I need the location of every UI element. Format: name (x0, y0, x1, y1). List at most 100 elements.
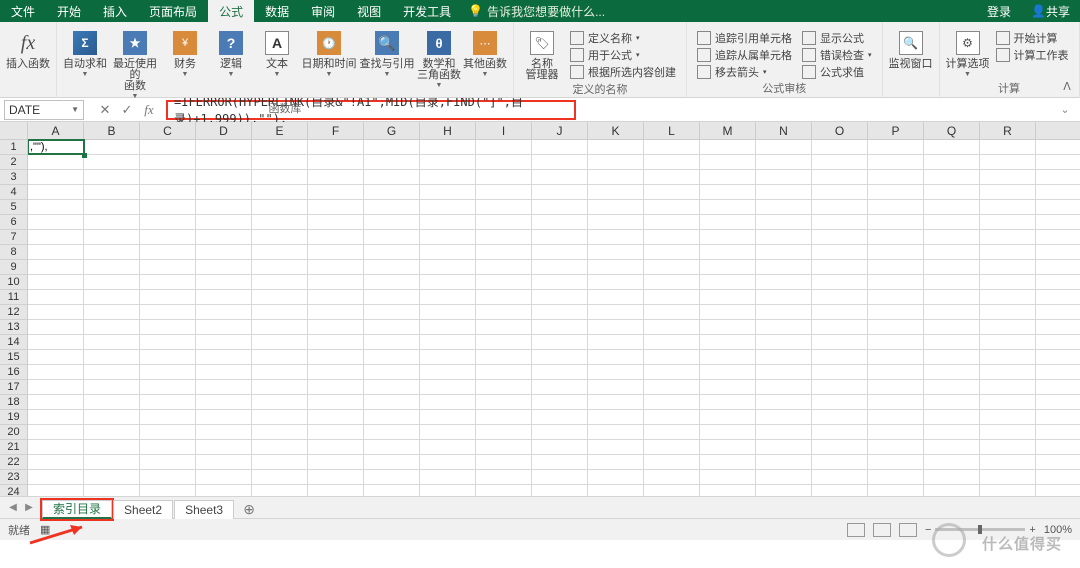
cell[interactable] (84, 485, 140, 496)
cell[interactable] (196, 410, 252, 424)
cell[interactable] (364, 365, 420, 379)
cell[interactable] (644, 245, 700, 259)
cell[interactable] (700, 260, 756, 274)
cell[interactable] (308, 485, 364, 496)
cell[interactable] (308, 305, 364, 319)
cell[interactable] (532, 245, 588, 259)
cell[interactable] (308, 200, 364, 214)
cell[interactable] (812, 275, 868, 289)
cell[interactable] (756, 320, 812, 334)
cell[interactable] (588, 320, 644, 334)
cell[interactable] (812, 410, 868, 424)
cell[interactable] (196, 380, 252, 394)
cell[interactable] (252, 245, 308, 259)
cell[interactable] (812, 470, 868, 484)
cell[interactable] (84, 260, 140, 274)
calc-options-button[interactable]: ⚙计算选项▼ (946, 27, 990, 78)
cell[interactable] (308, 140, 364, 154)
cell[interactable] (140, 260, 196, 274)
cell[interactable] (588, 230, 644, 244)
cell[interactable] (252, 485, 308, 496)
row-header[interactable]: 19 (0, 410, 27, 425)
cell[interactable] (252, 380, 308, 394)
cell[interactable] (980, 305, 1036, 319)
cell[interactable] (924, 320, 980, 334)
other-fn-button[interactable]: ⋯其他函数▼ (463, 27, 507, 78)
cell[interactable] (700, 290, 756, 304)
col-header[interactable]: A (28, 122, 84, 139)
cell[interactable] (196, 275, 252, 289)
cell[interactable] (756, 365, 812, 379)
cell[interactable] (252, 290, 308, 304)
cell[interactable] (588, 140, 644, 154)
cell[interactable] (644, 275, 700, 289)
cell[interactable] (84, 320, 140, 334)
cell[interactable] (364, 290, 420, 304)
cell[interactable] (868, 350, 924, 364)
cell[interactable] (140, 470, 196, 484)
cell[interactable] (980, 215, 1036, 229)
cell[interactable] (644, 470, 700, 484)
cell[interactable] (308, 365, 364, 379)
cell[interactable] (364, 275, 420, 289)
cell[interactable] (980, 485, 1036, 496)
cell[interactable] (868, 395, 924, 409)
cell[interactable] (140, 275, 196, 289)
cell[interactable] (532, 425, 588, 439)
cell[interactable] (700, 395, 756, 409)
cell[interactable] (756, 305, 812, 319)
col-header[interactable]: L (644, 122, 700, 139)
cell[interactable] (868, 200, 924, 214)
cell[interactable] (812, 380, 868, 394)
cell[interactable] (84, 335, 140, 349)
tab-layout[interactable]: 页面布局 (138, 0, 208, 22)
cell[interactable] (28, 335, 84, 349)
cell[interactable] (84, 140, 140, 154)
cell[interactable] (252, 185, 308, 199)
cell[interactable] (644, 440, 700, 454)
cell[interactable] (252, 410, 308, 424)
cell[interactable] (420, 245, 476, 259)
cell[interactable] (364, 200, 420, 214)
cell[interactable] (700, 155, 756, 169)
recent-button[interactable]: ★最近使用的 函数▼ (109, 27, 161, 100)
row-header[interactable]: 5 (0, 200, 27, 215)
cell[interactable] (588, 335, 644, 349)
col-header[interactable]: J (532, 122, 588, 139)
col-header[interactable]: B (84, 122, 140, 139)
cell[interactable] (420, 440, 476, 454)
cell[interactable] (532, 305, 588, 319)
cell[interactable] (252, 365, 308, 379)
cell[interactable] (476, 395, 532, 409)
cell[interactable] (924, 140, 980, 154)
cell[interactable] (140, 245, 196, 259)
cell[interactable] (756, 275, 812, 289)
cell[interactable] (28, 455, 84, 469)
cell[interactable] (532, 335, 588, 349)
cell[interactable] (476, 140, 532, 154)
cell[interactable] (924, 230, 980, 244)
calc-now-button[interactable]: 开始计算 (992, 29, 1073, 46)
col-header[interactable]: N (756, 122, 812, 139)
cell[interactable] (756, 410, 812, 424)
cell[interactable] (980, 395, 1036, 409)
cell[interactable] (812, 320, 868, 334)
cell[interactable] (588, 365, 644, 379)
cell[interactable] (84, 410, 140, 424)
cell[interactable] (28, 155, 84, 169)
cell[interactable] (700, 185, 756, 199)
cell[interactable] (532, 320, 588, 334)
cell[interactable] (308, 320, 364, 334)
cell[interactable] (532, 470, 588, 484)
text-button[interactable]: A文本▼ (255, 27, 299, 78)
cell[interactable] (364, 425, 420, 439)
cell[interactable] (924, 305, 980, 319)
cell[interactable] (868, 170, 924, 184)
col-header[interactable]: I (476, 122, 532, 139)
cell[interactable] (420, 455, 476, 469)
cell[interactable] (476, 305, 532, 319)
evaluate-button[interactable]: 公式求值 (798, 63, 876, 80)
cell[interactable] (140, 425, 196, 439)
cell[interactable] (308, 155, 364, 169)
cell[interactable] (756, 455, 812, 469)
